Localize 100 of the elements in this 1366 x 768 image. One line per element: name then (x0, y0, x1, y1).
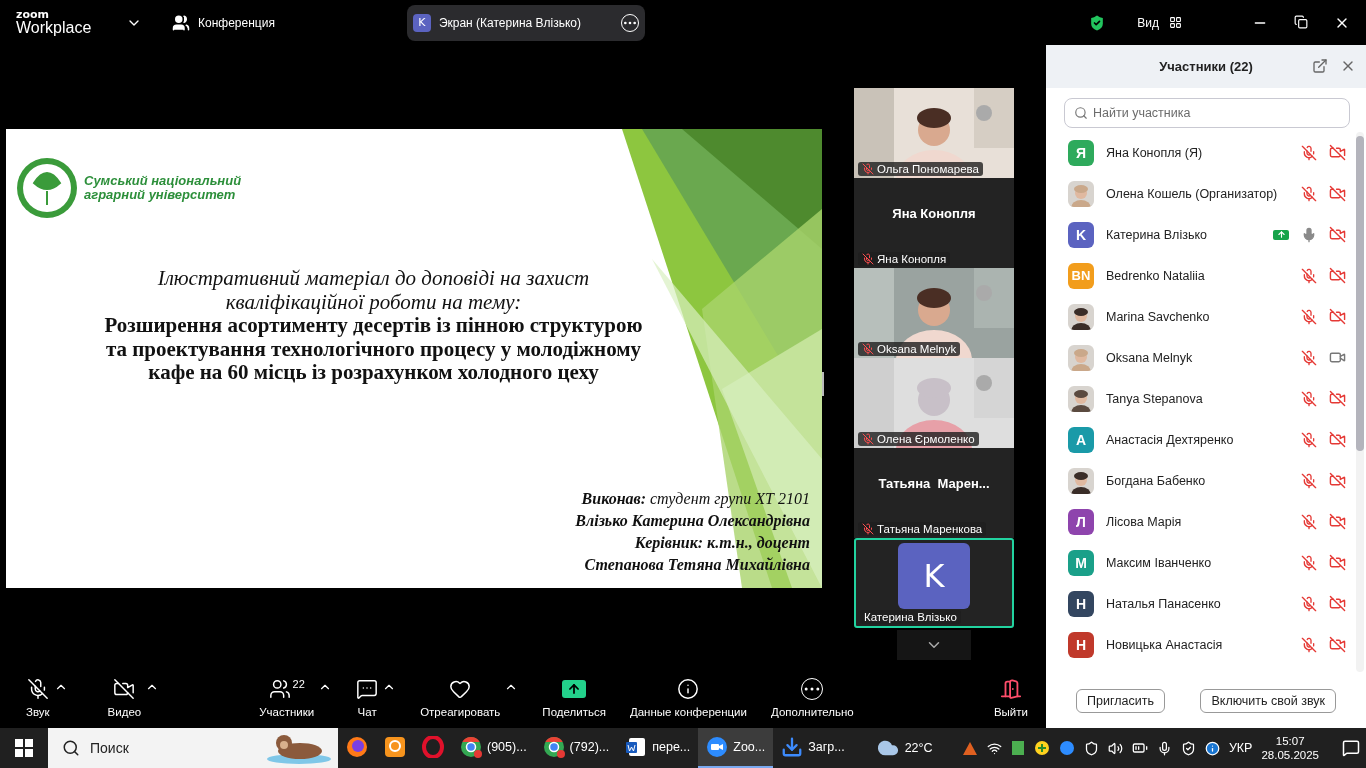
participant-row[interactable]: Marina Savchenko (1046, 296, 1366, 337)
toolbar-button[interactable]: 22 Участники (259, 678, 315, 718)
participant-row[interactable]: Tanya Stepanova (1046, 378, 1366, 419)
opera-icon (422, 736, 444, 758)
word-icon (625, 736, 648, 758)
mic-icon[interactable] (1156, 740, 1172, 756)
panel-button[interactable]: Пригласить (1076, 688, 1165, 713)
shield-icon[interactable] (1083, 740, 1099, 756)
clock[interactable]: 15:07 28.05.2025 (1261, 733, 1319, 763)
security-icon[interactable] (1180, 740, 1196, 756)
participant-name: Катерина Влізько (864, 611, 957, 623)
participant-row[interactable]: Н Новицька Анастасія (1046, 624, 1366, 665)
toolbar-button[interactable]: Поделиться (542, 678, 606, 718)
zoom-logo: zoom Workplace (16, 9, 93, 36)
participant-name: Яна Конопля (877, 253, 947, 265)
search-icon (1074, 106, 1088, 120)
leave-button[interactable]: Выйти (993, 678, 1028, 718)
taskbar-search-field[interactable]: Поиск (48, 728, 338, 768)
avatar: BN (1068, 262, 1094, 289)
avatar: М (1068, 549, 1094, 576)
taskbar-app[interactable]: пере... (617, 728, 699, 768)
avatar: А (1068, 426, 1094, 453)
toolbar-button[interactable]: Видео (107, 678, 142, 718)
taskbar-app[interactable]: Загр... (773, 728, 853, 768)
author-line: Влізько Катерина Олександрівна (575, 512, 810, 530)
participant-row[interactable]: BN Bedrenko Nataliia (1046, 255, 1366, 296)
app-tray-icon[interactable] (961, 740, 978, 756)
toolbar-button[interactable]: Отреагировать (420, 678, 501, 718)
university-name: Сумський національний аграрний університет (84, 173, 242, 203)
participant-row[interactable]: Л Лісова Марія (1046, 501, 1366, 542)
panel-button[interactable]: Включить свой звук (1200, 688, 1336, 713)
avatar: K (898, 543, 970, 609)
participant-row[interactable]: Oksana Melnyk (1046, 337, 1366, 378)
panel-title: Участники (22) (1159, 59, 1253, 74)
notifications-icon[interactable] (1342, 739, 1360, 757)
zoom-app-icon (706, 736, 729, 758)
toolbar-button[interactable]: Данные конференции (629, 678, 747, 718)
toolbar-button[interactable]: Дополнительно (770, 678, 854, 718)
participant-name: Татьяна Маренкова (877, 523, 983, 535)
participant-row[interactable]: Н Наталья Панасенко (1046, 583, 1366, 624)
taskbar-app[interactable]: (792)... (534, 728, 618, 768)
document-app-icon (384, 736, 406, 758)
university-logo-icon (16, 157, 78, 219)
chat-icon (356, 678, 379, 700)
weather-temperature: 22°C (904, 741, 933, 755)
participant-name: Oksana Melnyk (877, 343, 957, 355)
chrome-icon (542, 736, 565, 758)
participant-name: Наталья Панасенко (1106, 596, 1222, 611)
participant-row[interactable]: Богдана Бабенко (1046, 460, 1366, 501)
avatar: K (412, 13, 431, 32)
avatar: Л (1068, 508, 1094, 535)
participant-name: Яна Конопля (892, 205, 976, 221)
participant-row[interactable]: Олена Кошель (Организатор) (1046, 173, 1366, 214)
leave-icon (999, 678, 1022, 700)
avatar: Н (1068, 590, 1094, 617)
participant-name: Oksana Melnyk (1106, 350, 1194, 365)
participant-name: Олена Єрмоленко (877, 433, 975, 445)
participant-name: Катерина Влізько (1106, 227, 1208, 242)
app-tray-icon[interactable] (1010, 740, 1025, 756)
firefox-icon (346, 736, 368, 758)
participant-name: Ольга Пономарева (877, 163, 979, 175)
heart-icon (449, 678, 472, 700)
participant-row[interactable]: K Катерина Влізько (1046, 214, 1366, 255)
zoom-tray-icon[interactable] (1058, 740, 1075, 756)
battery-icon[interactable] (1131, 740, 1148, 756)
restore-icon[interactable] (1294, 14, 1308, 29)
download-icon (781, 736, 804, 758)
meeting-label: Конференция (198, 15, 275, 30)
author-line: Керівник: к.т.н., доцент (634, 534, 810, 552)
screen-share-pill[interactable]: K Экран (Катерина Влізько) (406, 4, 645, 41)
people-icon (172, 13, 190, 32)
participant-name: Олена Кошель (Организатор) (1106, 186, 1279, 201)
app-tray-icon[interactable] (1033, 740, 1050, 756)
participant-row[interactable]: Я Яна Конопля (Я) (1046, 132, 1366, 173)
volume-icon[interactable] (1107, 740, 1123, 756)
taskbar-app[interactable]: (905)... (452, 728, 535, 768)
participant-name: Bedrenko Nataliia (1106, 268, 1206, 283)
participant-name: Новицька Анастасія (1106, 637, 1224, 652)
people-icon (268, 678, 291, 700)
slide-subtitle: Ілюстративний матеріал до доповіді на захист кваліфікаційної роботи на тему: (156, 267, 591, 315)
participant-name: Tanya Stepanova (1106, 391, 1204, 406)
chrome-icon (460, 736, 482, 758)
participant-row[interactable]: М Максим Іванченко (1046, 542, 1366, 583)
info-icon[interactable] (1204, 740, 1220, 756)
search-icon (62, 739, 80, 757)
language-indicator[interactable]: УКР (1228, 741, 1253, 755)
participant-row[interactable]: А Анастасія Дехтяренко (1046, 419, 1366, 460)
toolbar-button[interactable]: Звук (26, 678, 50, 718)
wifi-icon[interactable] (986, 740, 1002, 756)
taskbar-app[interactable]: Zoo... (698, 728, 774, 768)
participant-name: Татьяна Марен... (878, 475, 990, 491)
avatar: Н (1068, 631, 1094, 658)
view-label[interactable]: Вид (1137, 15, 1159, 30)
search-field[interactable]: Найти участника (1064, 98, 1350, 128)
toolbar-button[interactable]: Чат (356, 678, 379, 718)
resize-handle-icon[interactable] (822, 372, 824, 396)
grid-icon[interactable] (1169, 16, 1182, 29)
pop-out-icon[interactable] (1312, 58, 1328, 74)
share-icon (562, 680, 587, 698)
participant-count: 22 (292, 678, 305, 690)
